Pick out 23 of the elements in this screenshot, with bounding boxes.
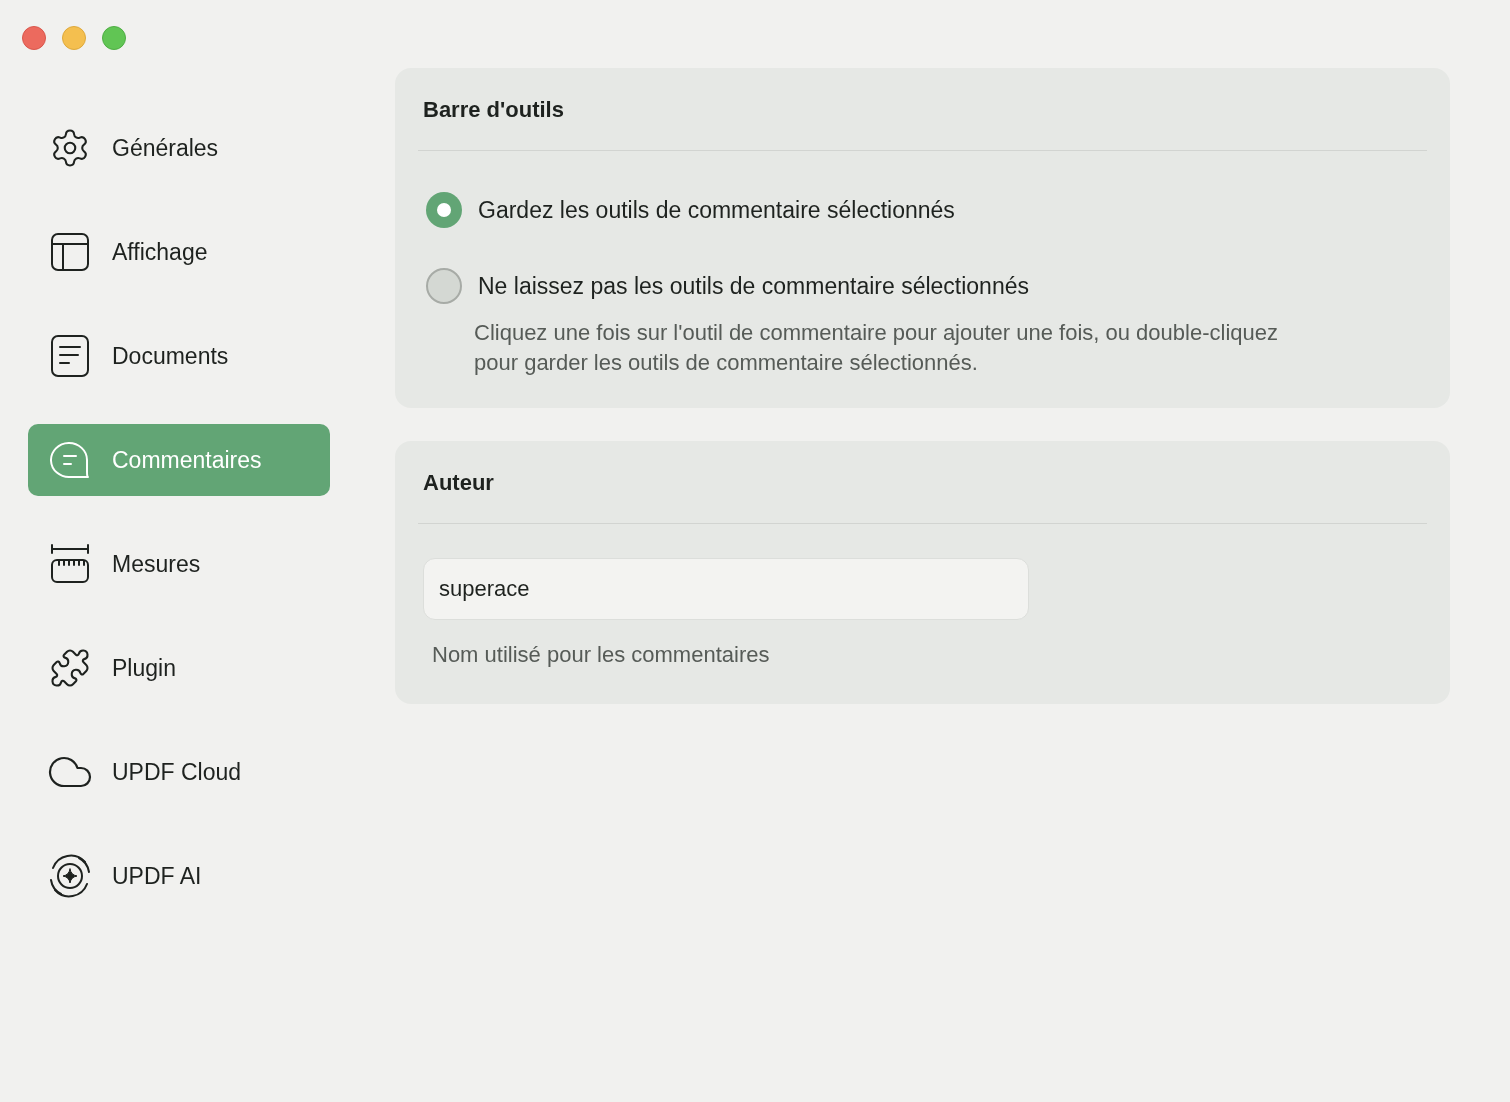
radio-option[interactable]: Ne laissez pas les outils de commentaire sélectionnés — [426, 268, 1029, 304]
sidebar-item[interactable]: Affichage — [28, 216, 330, 288]
ruler-icon — [50, 544, 90, 584]
zoom-button[interactable] — [102, 26, 126, 50]
field-hint: Nom utilisé pour les commentaires — [432, 641, 770, 669]
option-description: Cliquez une fois sur l'outil de commentaire pour ajouter une fois, ou double-cliquez pour garder les outils de commentaire sélectionnés. — [474, 319, 1279, 377]
close-button[interactable] — [22, 26, 46, 50]
author-field[interactable]: superace — [423, 558, 1029, 620]
sidebar-item[interactable]: Plugin — [28, 632, 330, 704]
layout-icon — [50, 233, 90, 271]
puzzle-icon — [49, 647, 91, 689]
sidebar-item[interactable]: UPDF AI — [28, 840, 330, 912]
section-title: Barre d'outils — [423, 95, 564, 124]
sidebar-item[interactable]: UPDF Cloud — [28, 736, 330, 808]
sidebar-item[interactable]: Documents — [28, 320, 330, 392]
document-icon — [51, 335, 89, 377]
minimize-button[interactable] — [62, 26, 86, 50]
sidebar-item[interactable]: Mesures — [28, 528, 330, 600]
sidebar-item[interactable]: Générales — [28, 112, 330, 184]
radio-option[interactable]: Gardez les outils de commentaire sélectionnés — [426, 192, 955, 228]
comment-icon — [50, 441, 90, 479]
orbit-sparkle-icon — [47, 853, 93, 899]
section-title: Auteur — [423, 468, 494, 497]
